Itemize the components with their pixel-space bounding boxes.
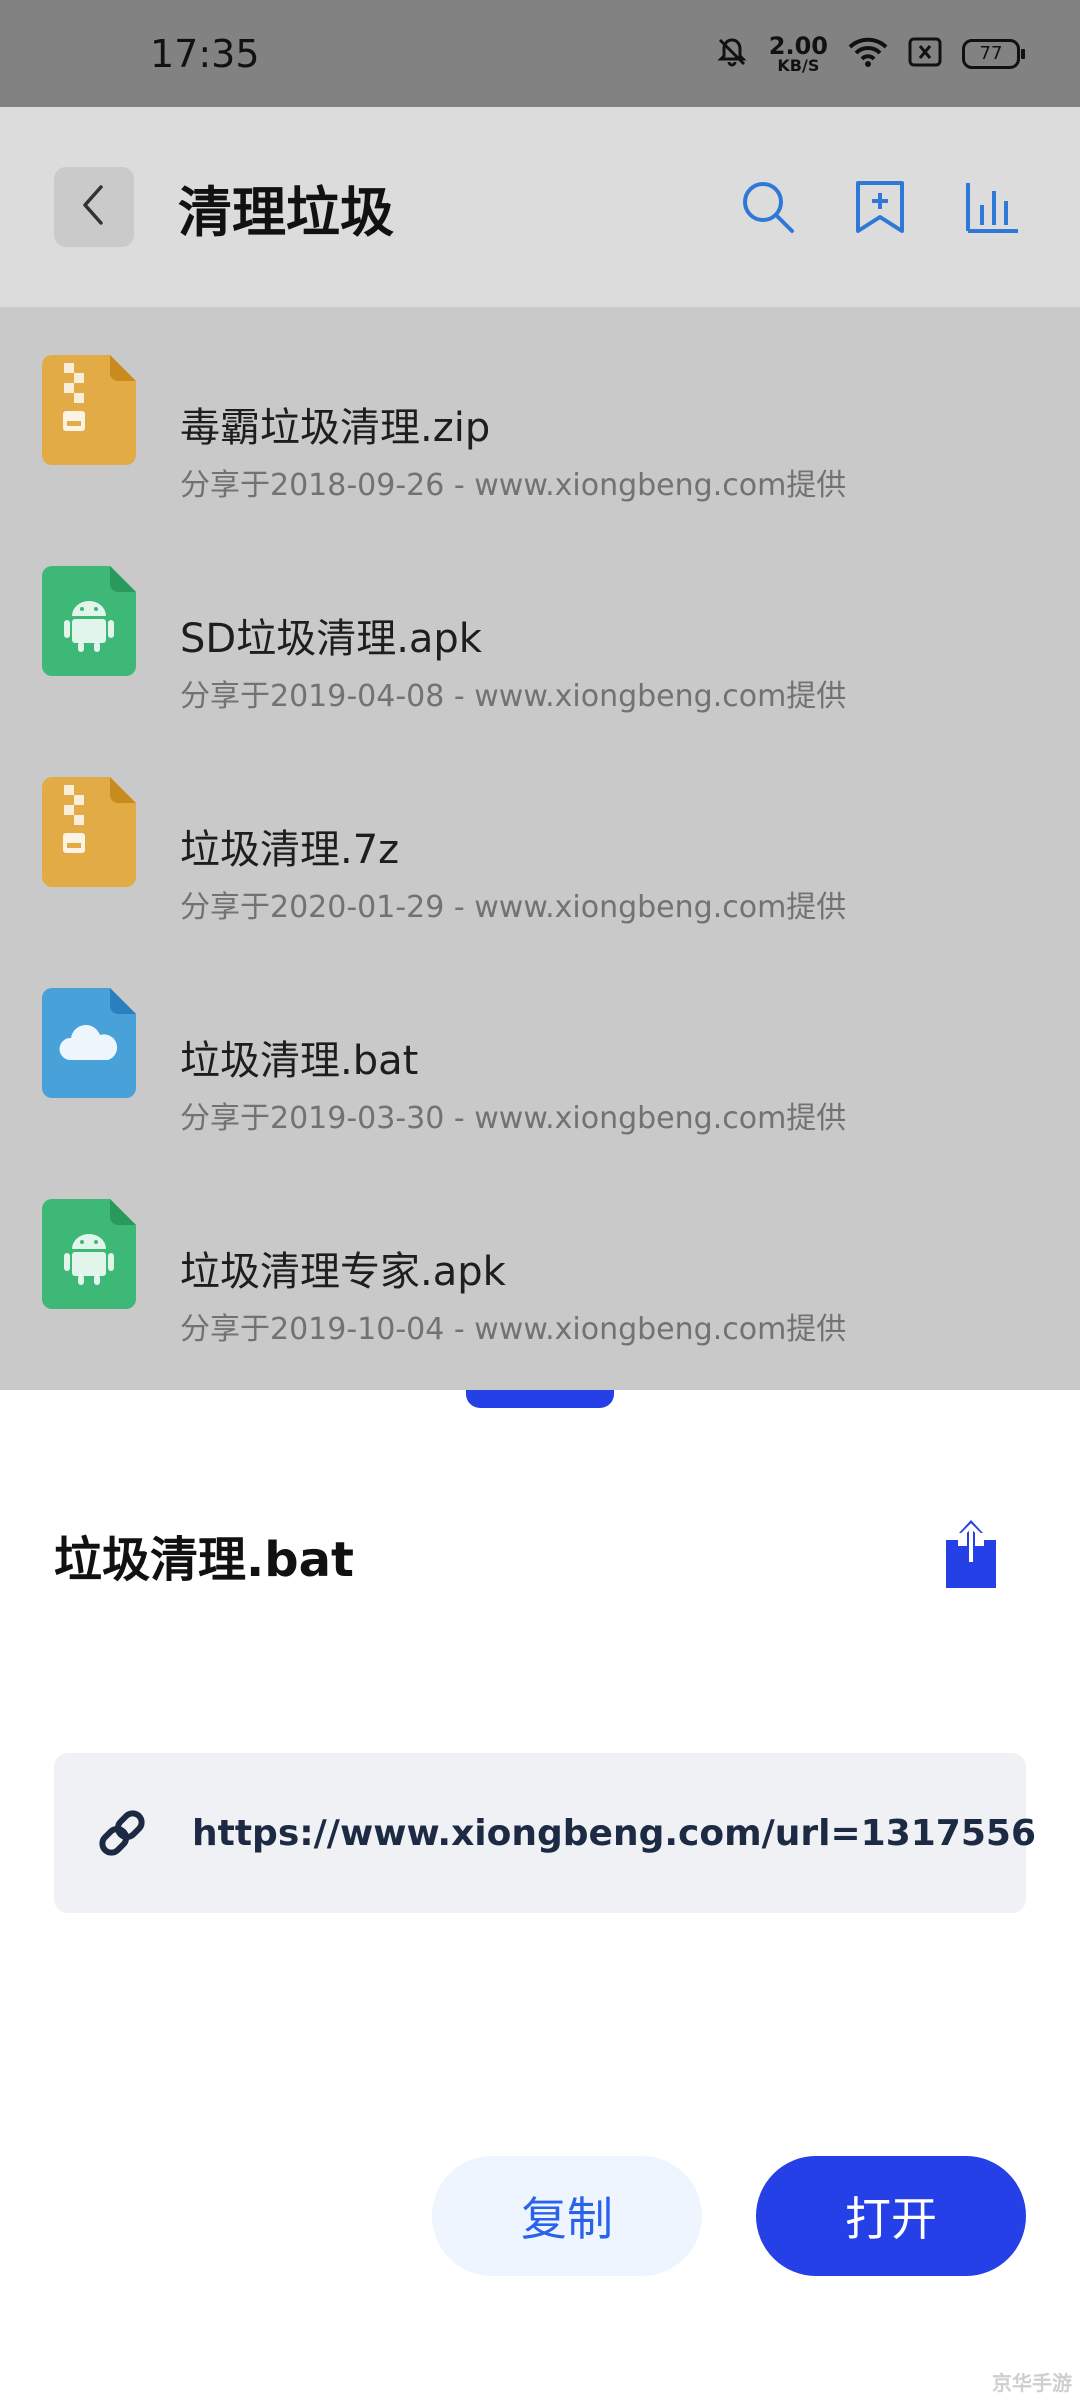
file-name: 垃圾清理.7z [180, 827, 400, 873]
zip-file-icon [42, 777, 136, 887]
link-box[interactable]: https://www.xiongbeng.com/url=1317556 [54, 1753, 1036, 1913]
copy-button[interactable]: 复制 [432, 2156, 702, 2276]
top-app-bar: 清理垃圾 [0, 107, 1080, 307]
net-speed-value: 2.00 [768, 31, 828, 60]
link-url: https://www.xiongbeng.com/url=1317556 [192, 1812, 1036, 1854]
file-meta: 分享于2019-10-04 - www.xiongbeng.com提供 [180, 1312, 847, 1347]
page-title: 清理垃圾 [178, 180, 394, 244]
zip-file-icon [42, 355, 136, 465]
file-name: 垃圾清理专家.apk [180, 1249, 506, 1295]
sheet-drag-handle[interactable] [466, 1390, 614, 1408]
mute-bell-icon [715, 35, 749, 73]
list-item[interactable]: 垃圾清理.bat 分享于2019-03-30 - www.xiongbeng.c… [0, 988, 1080, 1199]
watermark: 京华手游 [992, 2371, 1072, 2395]
link-icon [94, 1805, 150, 1861]
net-speed: 2.00 KB/S [769, 34, 828, 74]
file-list: 毒霸垃圾清理.zip 分享于2018-09-26 - www.xiongbeng… [0, 307, 1080, 1390]
sim-disabled-icon [908, 37, 942, 71]
file-meta: 分享于2019-03-30 - www.xiongbeng.com提供 [180, 1101, 847, 1136]
bookmark-add-icon[interactable] [854, 179, 906, 235]
file-meta: 分享于2020-01-29 - www.xiongbeng.com提供 [180, 890, 847, 925]
back-icon [77, 183, 111, 231]
list-item[interactable]: SD垃圾清理.apk 分享于2019-04-08 - www.xiongbeng… [0, 566, 1080, 777]
file-name: 垃圾清理.bat [180, 1038, 419, 1084]
sheet-title: 垃圾清理.bat [54, 1532, 354, 1588]
search-icon[interactable] [740, 179, 796, 235]
apk-file-icon [42, 566, 136, 676]
wifi-icon [848, 36, 888, 72]
open-button[interactable]: 打开 [756, 2156, 1026, 2276]
back-button[interactable] [54, 167, 134, 247]
share-icon[interactable] [940, 1518, 1002, 1594]
list-item[interactable]: 垃圾清理.7z 分享于2020-01-29 - www.xiongbeng.co… [0, 777, 1080, 988]
apk-file-icon [42, 1199, 136, 1309]
net-speed-unit: KB/S [777, 55, 820, 75]
battery-level: 77 [979, 43, 1003, 64]
file-name: SD垃圾清理.apk [180, 616, 482, 662]
cloud-file-icon [42, 988, 136, 1098]
bottom-sheet: 垃圾清理.bat https://www.xiongbeng.com/url=1… [0, 1390, 1080, 2400]
file-name: 毒霸垃圾清理.zip [180, 405, 491, 451]
status-bar: 17:35 2.00 KB/S 77 [0, 0, 1080, 107]
list-item[interactable]: 毒霸垃圾清理.zip 分享于2018-09-26 - www.xiongbeng… [0, 355, 1080, 566]
stats-icon[interactable] [964, 179, 1020, 235]
battery-indicator: 77 [962, 38, 1025, 69]
list-item[interactable]: 垃圾清理专家.apk 分享于2019-10-04 - www.xiongbeng… [0, 1199, 1080, 1390]
file-meta: 分享于2018-09-26 - www.xiongbeng.com提供 [180, 468, 847, 503]
file-meta: 分享于2019-04-08 - www.xiongbeng.com提供 [180, 679, 847, 714]
status-time: 17:35 [150, 31, 260, 76]
